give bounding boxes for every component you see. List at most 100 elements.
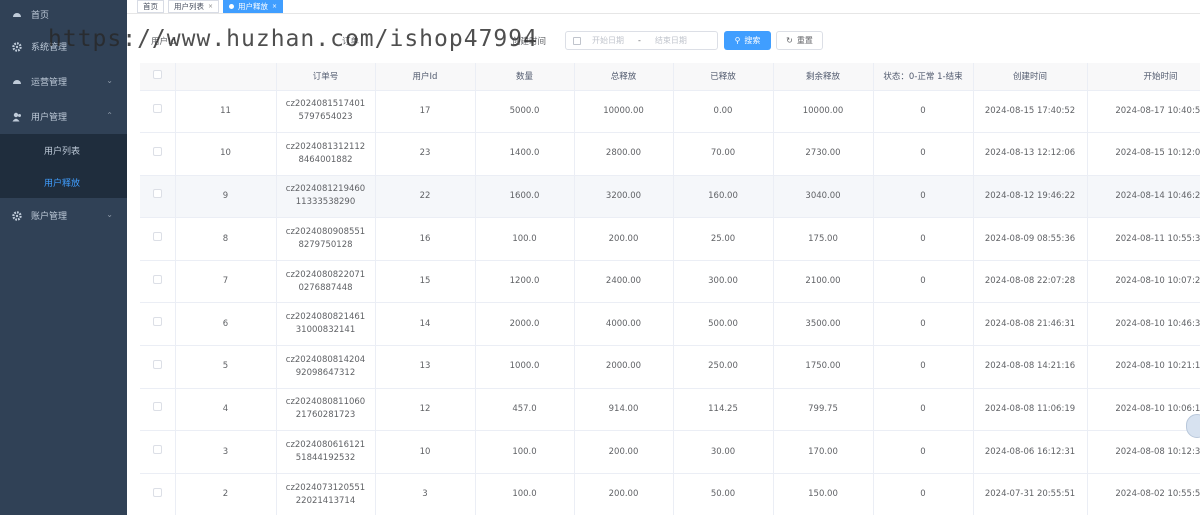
end-date-input[interactable]: 结束日期 — [655, 35, 687, 46]
cell-status: 0 — [873, 217, 974, 261]
column-header: 状态：0-正常 1-结束 — [873, 63, 974, 91]
cell-start: 2024-08-10 10:07:28 — [1087, 260, 1200, 304]
row-checkbox[interactable] — [140, 388, 176, 432]
tag-user-release[interactable]: 用户释放 × — [223, 0, 284, 13]
table-row[interactable]: 2 cz202407312055122021413714 3 100.0 200.00 5… — [140, 473, 1200, 515]
cell-created: 2024-08-08 21:46:31 — [973, 302, 1088, 347]
cell-qty: 5000.0 — [475, 90, 575, 134]
cell-released: 0.00 — [673, 90, 774, 134]
cell-total: 200.00 — [574, 473, 674, 515]
cell-qty: 1000.0 — [475, 345, 575, 389]
cell-remaining: 10000.00 — [773, 90, 874, 134]
sidebar-item-label: 账户管理 — [31, 212, 68, 222]
sidebar-subitem-user-list[interactable]: 用户列表 — [0, 134, 127, 166]
tag-home[interactable]: 首页 — [137, 0, 164, 13]
sidebar-item-label: 首页 — [31, 11, 50, 21]
column-header: 总释放 — [574, 63, 674, 91]
table-row[interactable]: 6 cz202408082146131000832141 14 2000.0 4000.… — [140, 302, 1200, 347]
sidebar-item-accounts[interactable]: 账户管理 ⌄ — [0, 198, 127, 233]
cell-created: 2024-08-08 14:21:16 — [973, 345, 1088, 389]
floating-action-button[interactable] — [1186, 414, 1200, 438]
cell-order: cz202408081106021760281723 — [276, 388, 376, 432]
column-header: 用户Id — [375, 63, 476, 91]
filter-bar: 用户Id 订单 创建时间 开始日期 - 结束日期 ⚲ 搜索 ↻ 重置 — [137, 30, 1200, 52]
cell-created: 2024-08-13 12:12:06 — [973, 132, 1088, 176]
row-checkbox[interactable] — [140, 260, 176, 304]
cell-order: cz20240808220710276887448 — [276, 260, 376, 304]
cell-start: 2024-08-10 10:21:16 — [1087, 345, 1200, 389]
cell-total: 4000.00 — [574, 302, 674, 347]
close-icon[interactable]: × — [272, 3, 277, 10]
data-table: 订单号 用户Id 数量 总释放 已释放 剩余释放 状态：0-正常 1-结束 创建… — [140, 63, 1200, 515]
cell-user-id: 16 — [375, 217, 476, 261]
gear-icon — [12, 41, 22, 52]
cell-total: 10000.00 — [574, 90, 674, 134]
cell-total: 3200.00 — [574, 175, 674, 219]
row-checkbox[interactable] — [140, 473, 176, 515]
search-icon: ⚲ — [734, 36, 741, 45]
row-checkbox[interactable] — [140, 175, 176, 219]
table-row[interactable]: 8 cz20240809085518279750128 16 100.0 200.00 2… — [140, 217, 1200, 261]
cell-start: 2024-08-10 10:46:31 — [1087, 302, 1200, 347]
select-all-checkbox[interactable] — [140, 63, 176, 91]
sidebar-item-label: 运营管理 — [31, 78, 68, 88]
cell-user-id: 13 — [375, 345, 476, 389]
table-row[interactable]: 7 cz20240808220710276887448 15 1200.0 2400.0… — [140, 260, 1200, 304]
sidebar-item-system[interactable]: 系统管理 — [0, 29, 127, 64]
cell-user-id: 3 — [375, 473, 476, 515]
sidebar-item-home[interactable]: 首页 — [0, 0, 127, 29]
dashboard-icon — [12, 10, 22, 20]
date-range-picker[interactable]: 开始日期 - 结束日期 — [565, 31, 718, 50]
cell-status: 0 — [873, 175, 974, 219]
cell-id: 8 — [175, 217, 277, 261]
dashboard-icon — [12, 77, 22, 87]
cell-id: 7 — [175, 260, 277, 304]
cell-order: cz20240809085518279750128 — [276, 217, 376, 261]
order-label: 订单 — [342, 37, 360, 47]
row-checkbox[interactable] — [140, 302, 176, 347]
table-row[interactable]: 3 cz202408061612151844192532 10 100.0 200.00… — [140, 430, 1200, 474]
cell-id: 9 — [175, 175, 277, 219]
cell-start: 2024-08-08 10:12:31 — [1087, 430, 1200, 474]
table-row[interactable]: 4 cz202408081106021760281723 12 457.0 914.00… — [140, 388, 1200, 432]
table-row[interactable]: 9 cz202408121946011333538290 22 1600.0 3200.… — [140, 175, 1200, 219]
user-id-label: 用户Id — [151, 37, 176, 47]
row-checkbox[interactable] — [140, 430, 176, 474]
search-button-label: 搜索 — [744, 36, 761, 45]
main-content: 首页 用户列表 × 用户释放 × 用户Id 订单 创建时间 开始日期 - 结束日… — [127, 0, 1200, 515]
table-row[interactable]: 10 cz20240813121128464001882 23 1400.0 2800.… — [140, 132, 1200, 176]
column-header: 创建时间 — [973, 63, 1088, 91]
sidebar-item-label: 系统管理 — [31, 43, 68, 53]
cell-total: 200.00 — [574, 217, 674, 261]
cell-released: 300.00 — [673, 260, 774, 304]
reset-button[interactable]: ↻ 重置 — [776, 31, 823, 50]
chevron-down-icon: ⌄ — [106, 210, 113, 219]
cell-status: 0 — [873, 388, 974, 432]
close-icon[interactable]: × — [208, 3, 213, 10]
cell-user-id: 15 — [375, 260, 476, 304]
row-checkbox[interactable] — [140, 90, 176, 134]
table-row[interactable]: 11 cz20240815174015797654023 17 5000.0 10000… — [140, 90, 1200, 134]
cell-id: 10 — [175, 132, 277, 176]
start-date-input[interactable]: 开始日期 — [592, 35, 624, 46]
cell-order: cz202408082146131000832141 — [276, 302, 376, 347]
cell-status: 0 — [873, 302, 974, 347]
sidebar-item-users[interactable]: 用户管理 ⌃ — [0, 99, 127, 134]
search-button[interactable]: ⚲ 搜索 — [724, 31, 771, 50]
row-checkbox[interactable] — [140, 345, 176, 389]
table-row[interactable]: 5 cz202408081420492098647312 13 1000.0 2000.… — [140, 345, 1200, 389]
row-checkbox[interactable] — [140, 132, 176, 176]
order-input[interactable] — [369, 32, 499, 50]
cell-created: 2024-08-08 11:06:19 — [973, 388, 1088, 432]
sidebar-subitem-user-release[interactable]: 用户释放 — [0, 166, 127, 198]
tag-user-list[interactable]: 用户列表 × — [168, 0, 220, 13]
sidebar-item-operations[interactable]: 运营管理 ⌄ — [0, 64, 127, 99]
cell-qty: 100.0 — [475, 217, 575, 261]
cell-total: 2000.00 — [574, 345, 674, 389]
row-checkbox[interactable] — [140, 217, 176, 261]
chevron-down-icon: ⌄ — [106, 76, 113, 85]
gear-icon — [12, 210, 22, 221]
cell-released: 114.25 — [673, 388, 774, 432]
cell-qty: 1200.0 — [475, 260, 575, 304]
user-id-input[interactable] — [185, 32, 325, 50]
